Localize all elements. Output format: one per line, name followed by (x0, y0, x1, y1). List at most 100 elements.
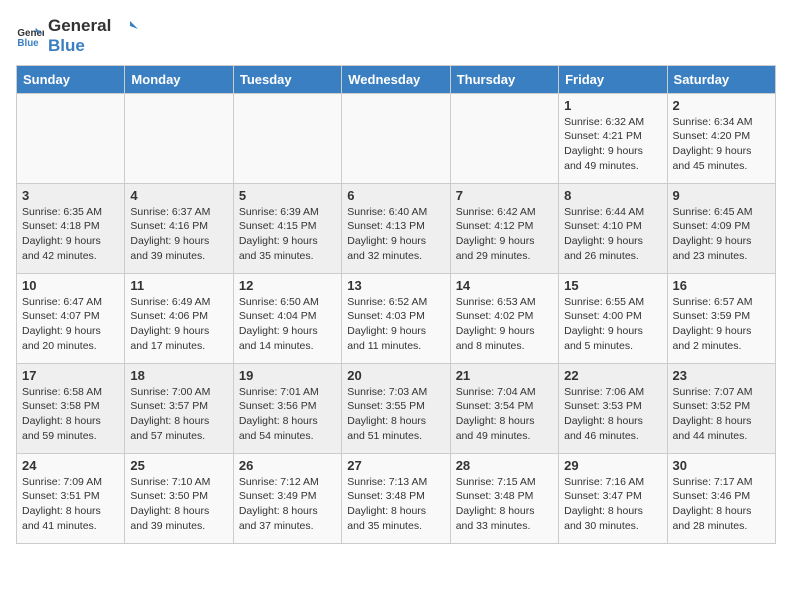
day-info: Sunrise: 7:12 AM Sunset: 3:49 PM Dayligh… (239, 475, 336, 534)
day-number: 3 (22, 188, 119, 203)
day-info: Sunrise: 6:57 AM Sunset: 3:59 PM Dayligh… (673, 295, 770, 354)
day-info: Sunrise: 7:00 AM Sunset: 3:57 PM Dayligh… (130, 385, 227, 444)
day-number: 1 (564, 98, 661, 113)
day-info: Sunrise: 6:40 AM Sunset: 4:13 PM Dayligh… (347, 205, 444, 264)
day-number: 21 (456, 368, 553, 383)
calendar-header-row: SundayMondayTuesdayWednesdayThursdayFrid… (17, 65, 776, 93)
calendar-day-22: 22 Sunrise: 7:06 AM Sunset: 3:53 PM Dayli… (559, 363, 667, 453)
day-info: Sunrise: 6:32 AM Sunset: 4:21 PM Dayligh… (564, 115, 661, 174)
calendar-week-2: 3 Sunrise: 6:35 AM Sunset: 4:18 PM Daylig… (17, 183, 776, 273)
day-info: Sunrise: 6:49 AM Sunset: 4:06 PM Dayligh… (130, 295, 227, 354)
day-info: Sunrise: 7:16 AM Sunset: 3:47 PM Dayligh… (564, 475, 661, 534)
day-number: 6 (347, 188, 444, 203)
day-info: Sunrise: 7:01 AM Sunset: 3:56 PM Dayligh… (239, 385, 336, 444)
day-info: Sunrise: 6:53 AM Sunset: 4:02 PM Dayligh… (456, 295, 553, 354)
day-info: Sunrise: 6:42 AM Sunset: 4:12 PM Dayligh… (456, 205, 553, 264)
day-info: Sunrise: 7:13 AM Sunset: 3:48 PM Dayligh… (347, 475, 444, 534)
day-number: 28 (456, 458, 553, 473)
day-number: 25 (130, 458, 227, 473)
day-info: Sunrise: 7:07 AM Sunset: 3:52 PM Dayligh… (673, 385, 770, 444)
day-info: Sunrise: 6:52 AM Sunset: 4:03 PM Dayligh… (347, 295, 444, 354)
day-info: Sunrise: 7:09 AM Sunset: 3:51 PM Dayligh… (22, 475, 119, 534)
calendar-day-20: 20Sunrise: 7:03 AM Sunset: 3:55 PM Dayli… (342, 363, 450, 453)
calendar-day-empty (17, 93, 125, 183)
calendar-day-11: 11 Sunrise: 6:49 AM Sunset: 4:06 PM Dayli… (125, 273, 233, 363)
day-info: Sunrise: 6:37 AM Sunset: 4:16 PM Dayligh… (130, 205, 227, 264)
day-info: Sunrise: 7:10 AM Sunset: 3:50 PM Dayligh… (130, 475, 227, 534)
day-number: 30 (673, 458, 770, 473)
day-number: 26 (239, 458, 336, 473)
logo-bird-icon (116, 19, 138, 35)
day-info: Sunrise: 6:50 AM Sunset: 4:04 PM Dayligh… (239, 295, 336, 354)
calendar-day-empty (450, 93, 558, 183)
calendar-week-1: 1 Sunrise: 6:32 AM Sunset: 4:21 PM Daylig… (17, 93, 776, 183)
day-info: Sunrise: 7:15 AM Sunset: 3:48 PM Dayligh… (456, 475, 553, 534)
day-info: Sunrise: 6:55 AM Sunset: 4:00 PM Dayligh… (564, 295, 661, 354)
day-number: 15 (564, 278, 661, 293)
day-info: Sunrise: 7:03 AM Sunset: 3:55 PM Dayligh… (347, 385, 444, 444)
col-header-sunday: Sunday (17, 65, 125, 93)
day-number: 5 (239, 188, 336, 203)
day-number: 11 (130, 278, 227, 293)
calendar-table: SundayMondayTuesdayWednesdayThursdayFrid… (16, 65, 776, 544)
calendar-day-19: 19 Sunrise: 7:01 AM Sunset: 3:56 PM Dayli… (233, 363, 341, 453)
calendar-day-18: 18 Sunrise: 7:00 AM Sunset: 3:57 PM Dayli… (125, 363, 233, 453)
day-number: 18 (130, 368, 227, 383)
day-number: 8 (564, 188, 661, 203)
calendar-day-24: 24 Sunrise: 7:09 AM Sunset: 3:51 PM Dayli… (17, 453, 125, 543)
day-number: 27 (347, 458, 444, 473)
day-number: 24 (22, 458, 119, 473)
day-number: 23 (673, 368, 770, 383)
day-number: 13 (347, 278, 444, 293)
calendar-day-10: 10 Sunrise: 6:47 AM Sunset: 4:07 PM Dayli… (17, 273, 125, 363)
calendar-day-25: 25 Sunrise: 7:10 AM Sunset: 3:50 PM Dayli… (125, 453, 233, 543)
day-info: Sunrise: 6:34 AM Sunset: 4:20 PM Dayligh… (673, 115, 770, 174)
calendar-day-23: 23 Sunrise: 7:07 AM Sunset: 3:52 PM Dayli… (667, 363, 775, 453)
logo: General Blue General Blue (16, 16, 138, 57)
day-number: 10 (22, 278, 119, 293)
day-number: 17 (22, 368, 119, 383)
calendar-day-29: 29 Sunrise: 7:16 AM Sunset: 3:47 PM Dayli… (559, 453, 667, 543)
calendar-day-4: 4 Sunrise: 6:37 AM Sunset: 4:16 PM Daylig… (125, 183, 233, 273)
day-number: 2 (673, 98, 770, 113)
calendar-day-21: 21Sunrise: 7:04 AM Sunset: 3:54 PM Dayli… (450, 363, 558, 453)
col-header-saturday: Saturday (667, 65, 775, 93)
day-info: Sunrise: 6:44 AM Sunset: 4:10 PM Dayligh… (564, 205, 661, 264)
calendar-day-8: 8 Sunrise: 6:44 AM Sunset: 4:10 PM Daylig… (559, 183, 667, 273)
day-number: 9 (673, 188, 770, 203)
calendar-day-27: 27 Sunrise: 7:13 AM Sunset: 3:48 PM Dayli… (342, 453, 450, 543)
calendar-day-30: 30 Sunrise: 7:17 AM Sunset: 3:46 PM Dayli… (667, 453, 775, 543)
calendar-week-3: 10 Sunrise: 6:47 AM Sunset: 4:07 PM Dayli… (17, 273, 776, 363)
col-header-thursday: Thursday (450, 65, 558, 93)
day-number: 19 (239, 368, 336, 383)
calendar-week-5: 24 Sunrise: 7:09 AM Sunset: 3:51 PM Dayli… (17, 453, 776, 543)
day-number: 22 (564, 368, 661, 383)
col-header-tuesday: Tuesday (233, 65, 341, 93)
calendar-day-empty (342, 93, 450, 183)
day-info: Sunrise: 7:06 AM Sunset: 3:53 PM Dayligh… (564, 385, 661, 444)
day-info: Sunrise: 6:35 AM Sunset: 4:18 PM Dayligh… (22, 205, 119, 264)
calendar-day-5: 5Sunrise: 6:39 AM Sunset: 4:15 PM Daylig… (233, 183, 341, 273)
col-header-friday: Friday (559, 65, 667, 93)
day-number: 4 (130, 188, 227, 203)
day-info: Sunrise: 6:58 AM Sunset: 3:58 PM Dayligh… (22, 385, 119, 444)
logo-general-text: General (48, 16, 138, 36)
calendar-day-14: 14 Sunrise: 6:53 AM Sunset: 4:02 PM Dayli… (450, 273, 558, 363)
calendar-day-empty (233, 93, 341, 183)
col-header-monday: Monday (125, 65, 233, 93)
calendar-day-1: 1 Sunrise: 6:32 AM Sunset: 4:21 PM Daylig… (559, 93, 667, 183)
day-number: 14 (456, 278, 553, 293)
calendar-day-17: 17 Sunrise: 6:58 AM Sunset: 3:58 PM Dayli… (17, 363, 125, 453)
day-info: Sunrise: 6:47 AM Sunset: 4:07 PM Dayligh… (22, 295, 119, 354)
day-number: 12 (239, 278, 336, 293)
svg-text:Blue: Blue (17, 38, 39, 49)
logo-icon: General Blue (16, 22, 44, 50)
col-header-wednesday: Wednesday (342, 65, 450, 93)
calendar-day-16: 16Sunrise: 6:57 AM Sunset: 3:59 PM Dayli… (667, 273, 775, 363)
calendar-day-empty (125, 93, 233, 183)
calendar-day-3: 3 Sunrise: 6:35 AM Sunset: 4:18 PM Daylig… (17, 183, 125, 273)
day-info: Sunrise: 7:17 AM Sunset: 3:46 PM Dayligh… (673, 475, 770, 534)
day-number: 29 (564, 458, 661, 473)
calendar-day-15: 15 Sunrise: 6:55 AM Sunset: 4:00 PM Dayli… (559, 273, 667, 363)
calendar-week-4: 17 Sunrise: 6:58 AM Sunset: 3:58 PM Dayli… (17, 363, 776, 453)
